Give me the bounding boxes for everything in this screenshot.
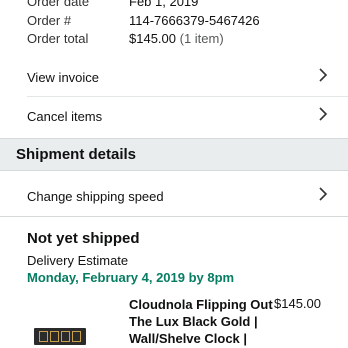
product-thumbnail[interactable] [34,328,86,345]
shipment-card: Not yet shipped Delivery Estimate Monday… [0,216,348,348]
order-number-value: 114-7666379-5467426 [129,13,260,28]
order-date-value: Feb 1, 2019 [129,0,199,9]
order-total-value-group: $145.00 (1 item) [129,30,224,47]
change-shipping-speed-label: Change shipping speed [27,188,164,204]
view-invoice-label: View invoice [27,69,100,85]
delivery-estimate-label: Delivery Estimate [27,253,129,268]
order-number-label: Order # [27,13,72,28]
order-date-label: Order date [27,0,90,9]
shipping-speed-card: Change shipping speed [0,170,348,222]
shipment-status: Not yet shipped [27,230,140,247]
cancel-items-label: Cancel items [27,108,103,124]
shipment-details-heading: Shipment details [16,146,137,163]
chevron-right-icon [312,186,334,206]
cancel-items-row[interactable]: Cancel items [27,96,348,136]
chevron-right-icon [312,106,334,126]
product-title-link[interactable]: Cloudnola Flipping Out The Lux Black Gol… [129,296,279,347]
change-shipping-speed-row[interactable]: Change shipping speed [27,176,348,216]
order-details-page: Order date Feb 1, 2019 Order # 114-76663… [0,0,348,348]
order-total-label: Order total [27,31,89,46]
order-item-count: (1 item) [179,31,224,46]
order-total-value: $145.00 [129,31,176,46]
delivery-estimate-date: Monday, February 4, 2019 by 8pm [27,270,235,285]
chevron-right-icon [312,67,334,87]
order-summary-card: Order date Feb 1, 2019 Order # 114-76663… [0,0,348,139]
product-price: $145.00 [274,296,321,311]
view-invoice-row[interactable]: View invoice [27,57,348,97]
